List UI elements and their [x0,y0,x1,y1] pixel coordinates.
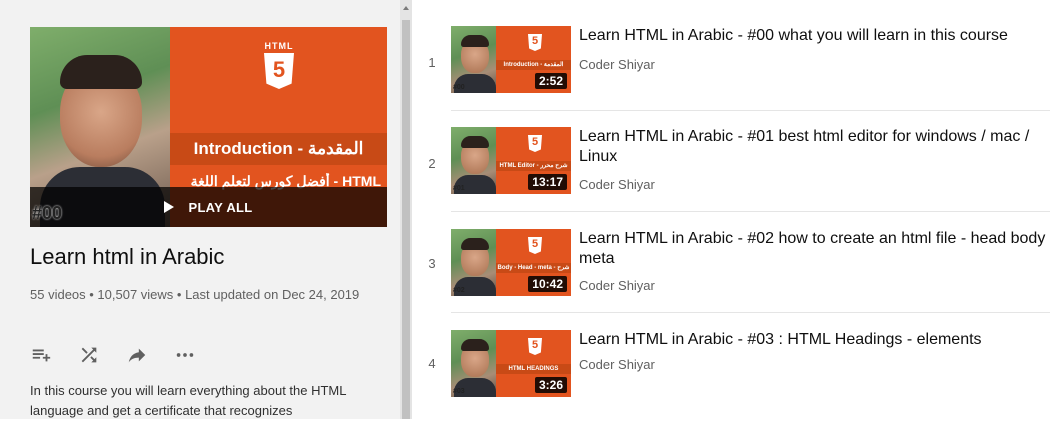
thumbnail-number: #01 [453,185,465,192]
video-thumbnail[interactable]: Body - Head - meta - شرح #02 10:42 [451,229,571,296]
shuffle-icon [81,347,97,363]
play-all-label: PLAY ALL [188,199,253,215]
play-icon [164,201,175,213]
shuffle-button[interactable] [78,343,126,367]
video-duration: 3:26 [534,377,567,393]
thumbnail-number: #02 [453,287,465,294]
share-icon [128,348,146,363]
playlist-video-item[interactable]: 4 HTML HEADINGS #03 3:26 Learn HTML in A… [412,304,1050,404]
playlist-stats: 55 videos • 10,507 views • Last updated … [30,287,360,302]
thumbnail-band-text: Body - Head - meta - شرح [496,263,571,273]
video-title[interactable]: Learn HTML in Arabic - #01 best html edi… [579,127,1049,167]
video-thumbnail[interactable]: Introduction - المقدمة #00 2:52 [451,26,571,93]
video-thumbnail[interactable]: HTML HEADINGS #03 3:26 [451,330,571,397]
video-index: 3 [428,256,436,271]
html5-logo-icon [528,237,542,254]
playlist-video-item[interactable]: 2 HTML Editor - شرح محرر #01 13:17 Learn… [412,101,1050,201]
video-duration: 13:17 [528,174,567,190]
play-all-button[interactable]: PLAY ALL [30,187,387,227]
thumbnail-band-text: HTML HEADINGS [496,364,571,374]
playlist-video-item[interactable]: 3 Body - Head - meta - شرح #02 10:42 Lea… [412,203,1050,303]
thumbnail-band-text: HTML Editor - شرح محرر [496,161,571,171]
playlist-description: In this course you will learn everything… [30,383,347,418]
video-index: 4 [428,356,436,371]
playlist-thumbnail[interactable]: HTML Introduction - المقدمة أفضل كورس لت… [30,27,387,227]
playlist-sidebar: HTML Introduction - المقدمة أفضل كورس لت… [0,0,400,419]
video-thumbnail[interactable]: HTML Editor - شرح محرر #01 13:17 [451,127,571,194]
playlist-title[interactable]: Learn html in Arabic [30,244,224,270]
playlist-actions [30,343,222,367]
channel-name[interactable]: Coder Shiyar [579,357,655,372]
share-button[interactable] [126,343,174,367]
video-index: 2 [428,156,436,171]
thumbnail-number: #00 [32,203,63,223]
thumbnail-band-text: Introduction - المقدمة [170,133,387,165]
more-options-button[interactable] [174,343,222,367]
video-duration: 10:42 [528,276,567,292]
scrollbar-thumb[interactable] [402,20,410,419]
video-title[interactable]: Learn HTML in Arabic - #02 how to create… [579,229,1049,269]
html5-logo-icon [528,338,542,355]
html5-logo-icon [528,34,542,51]
video-title[interactable]: Learn HTML in Arabic - #03 : HTML Headin… [579,330,1049,350]
channel-name[interactable]: Coder Shiyar [579,278,655,293]
add-to-queue-icon [32,349,51,362]
html5-logo-icon [528,135,542,152]
html5-logo-icon: HTML [260,41,298,93]
video-title[interactable]: Learn HTML in Arabic - #00 what you will… [579,26,1049,46]
channel-name[interactable]: Coder Shiyar [579,57,655,72]
video-duration: 2:52 [534,73,567,89]
thumbnail-band-text: Introduction - المقدمة [496,60,571,70]
playlist-video-item[interactable]: 1 Introduction - المقدمة #00 2:52 Learn … [412,0,1050,100]
add-to-queue-button[interactable] [30,343,78,367]
video-index: 1 [428,55,436,70]
thumbnail-number: #00 [453,84,465,91]
more-horizontal-icon [176,353,194,357]
channel-name[interactable]: Coder Shiyar [579,177,655,192]
thumbnail-number: #03 [453,388,465,395]
scroll-up-arrow-icon[interactable] [403,6,409,10]
